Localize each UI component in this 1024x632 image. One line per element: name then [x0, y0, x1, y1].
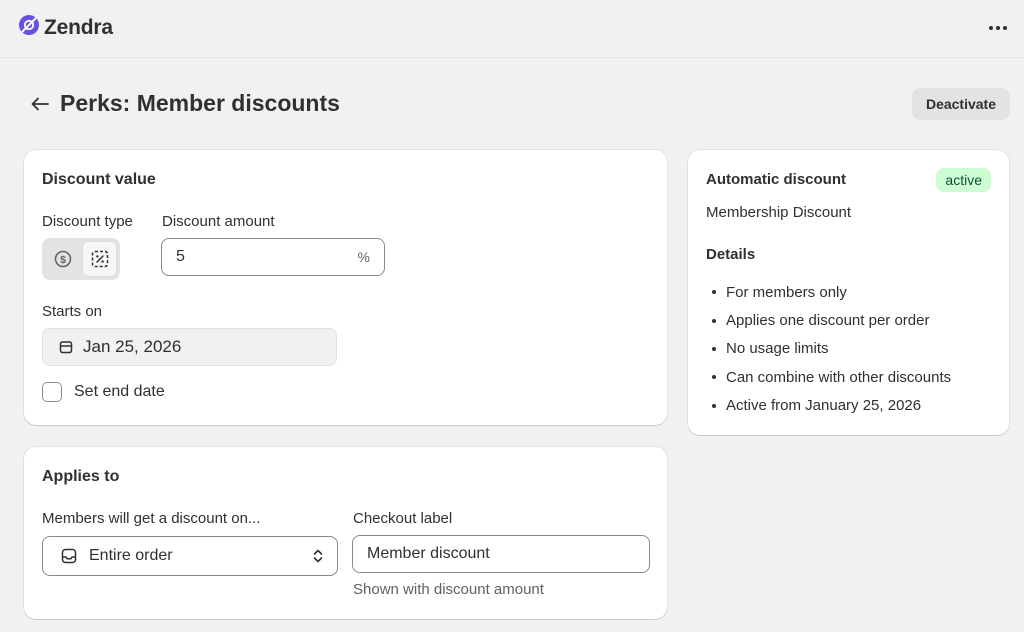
details-heading: Details [706, 246, 756, 263]
discount-amount-label: Discount amount [162, 213, 275, 230]
set-end-date-label: Set end date [74, 383, 165, 400]
select-chevron-icon [313, 548, 323, 564]
zendra-logo-icon [18, 14, 40, 41]
back-button[interactable] [28, 92, 52, 116]
list-item: Applies one discount per order [712, 306, 951, 334]
svg-text:$: $ [60, 254, 66, 266]
discount-type-percent-button[interactable] [82, 241, 117, 277]
more-horizontal-icon [989, 26, 1007, 30]
card-title: Discount value [42, 171, 156, 188]
start-date-field[interactable]: Jan 25, 2026 [42, 328, 337, 366]
summary-title: Automatic discount [706, 171, 847, 188]
applies-scope-value: Entire order [89, 547, 173, 564]
start-date-value: Jan 25, 2026 [83, 337, 182, 356]
discount-amount-value: 5 [176, 248, 185, 265]
checkout-help-text: Shown with discount amount [353, 581, 544, 598]
starts-on-label: Starts on [42, 303, 103, 320]
discount-type-label: Discount type [42, 213, 133, 230]
applies-to-card: Applies to Members will get a discount o… [24, 447, 667, 619]
list-item: Active from January 25, 2026 [712, 392, 951, 420]
discount-value-card: Discount value Discount type $ Discount … [24, 150, 667, 425]
checkout-label-value: Member discount [367, 545, 490, 562]
page-header: Perks: Member discounts Deactivate [24, 86, 1010, 122]
card-title: Applies to [42, 468, 120, 485]
discount-type-toggle: $ [42, 238, 120, 280]
checkout-label-input[interactable]: Member discount [352, 535, 650, 573]
list-item: No usage limits [712, 335, 951, 363]
details-list: For members only Applies one discount pe… [712, 278, 951, 420]
list-item: Can combine with other discounts [712, 363, 951, 391]
status-badge: active [936, 168, 991, 192]
deactivate-button[interactable]: Deactivate [911, 88, 1010, 120]
discount-name: Membership Discount [706, 204, 852, 221]
inbox-icon [61, 548, 77, 564]
set-end-date-checkbox[interactable] [42, 382, 62, 402]
discount-amount-input[interactable]: 5 % [161, 238, 385, 276]
calendar-icon [59, 341, 73, 354]
list-item: For members only [712, 278, 951, 306]
set-end-date-row[interactable]: Set end date [42, 382, 165, 402]
applies-scope-select[interactable]: Entire order [42, 536, 338, 576]
brand-name: Zendra [44, 15, 113, 39]
dollar-icon: $ [54, 250, 71, 268]
more-actions-button[interactable] [984, 14, 1012, 42]
percent-icon [91, 250, 108, 268]
top-bar: Zendra [0, 0, 1024, 58]
page-title: Perks: Member discounts [60, 90, 340, 116]
discount-type-fixed-button[interactable]: $ [45, 241, 80, 277]
summary-card: Automatic discount active Membership Dis… [688, 150, 1009, 435]
arrow-left-icon [31, 97, 49, 111]
applies-scope-label: Members will get a discount on... [42, 510, 261, 527]
brand[interactable]: Zendra [18, 14, 113, 41]
checkout-label-heading: Checkout label [353, 510, 453, 527]
percent-suffix: % [357, 249, 370, 265]
